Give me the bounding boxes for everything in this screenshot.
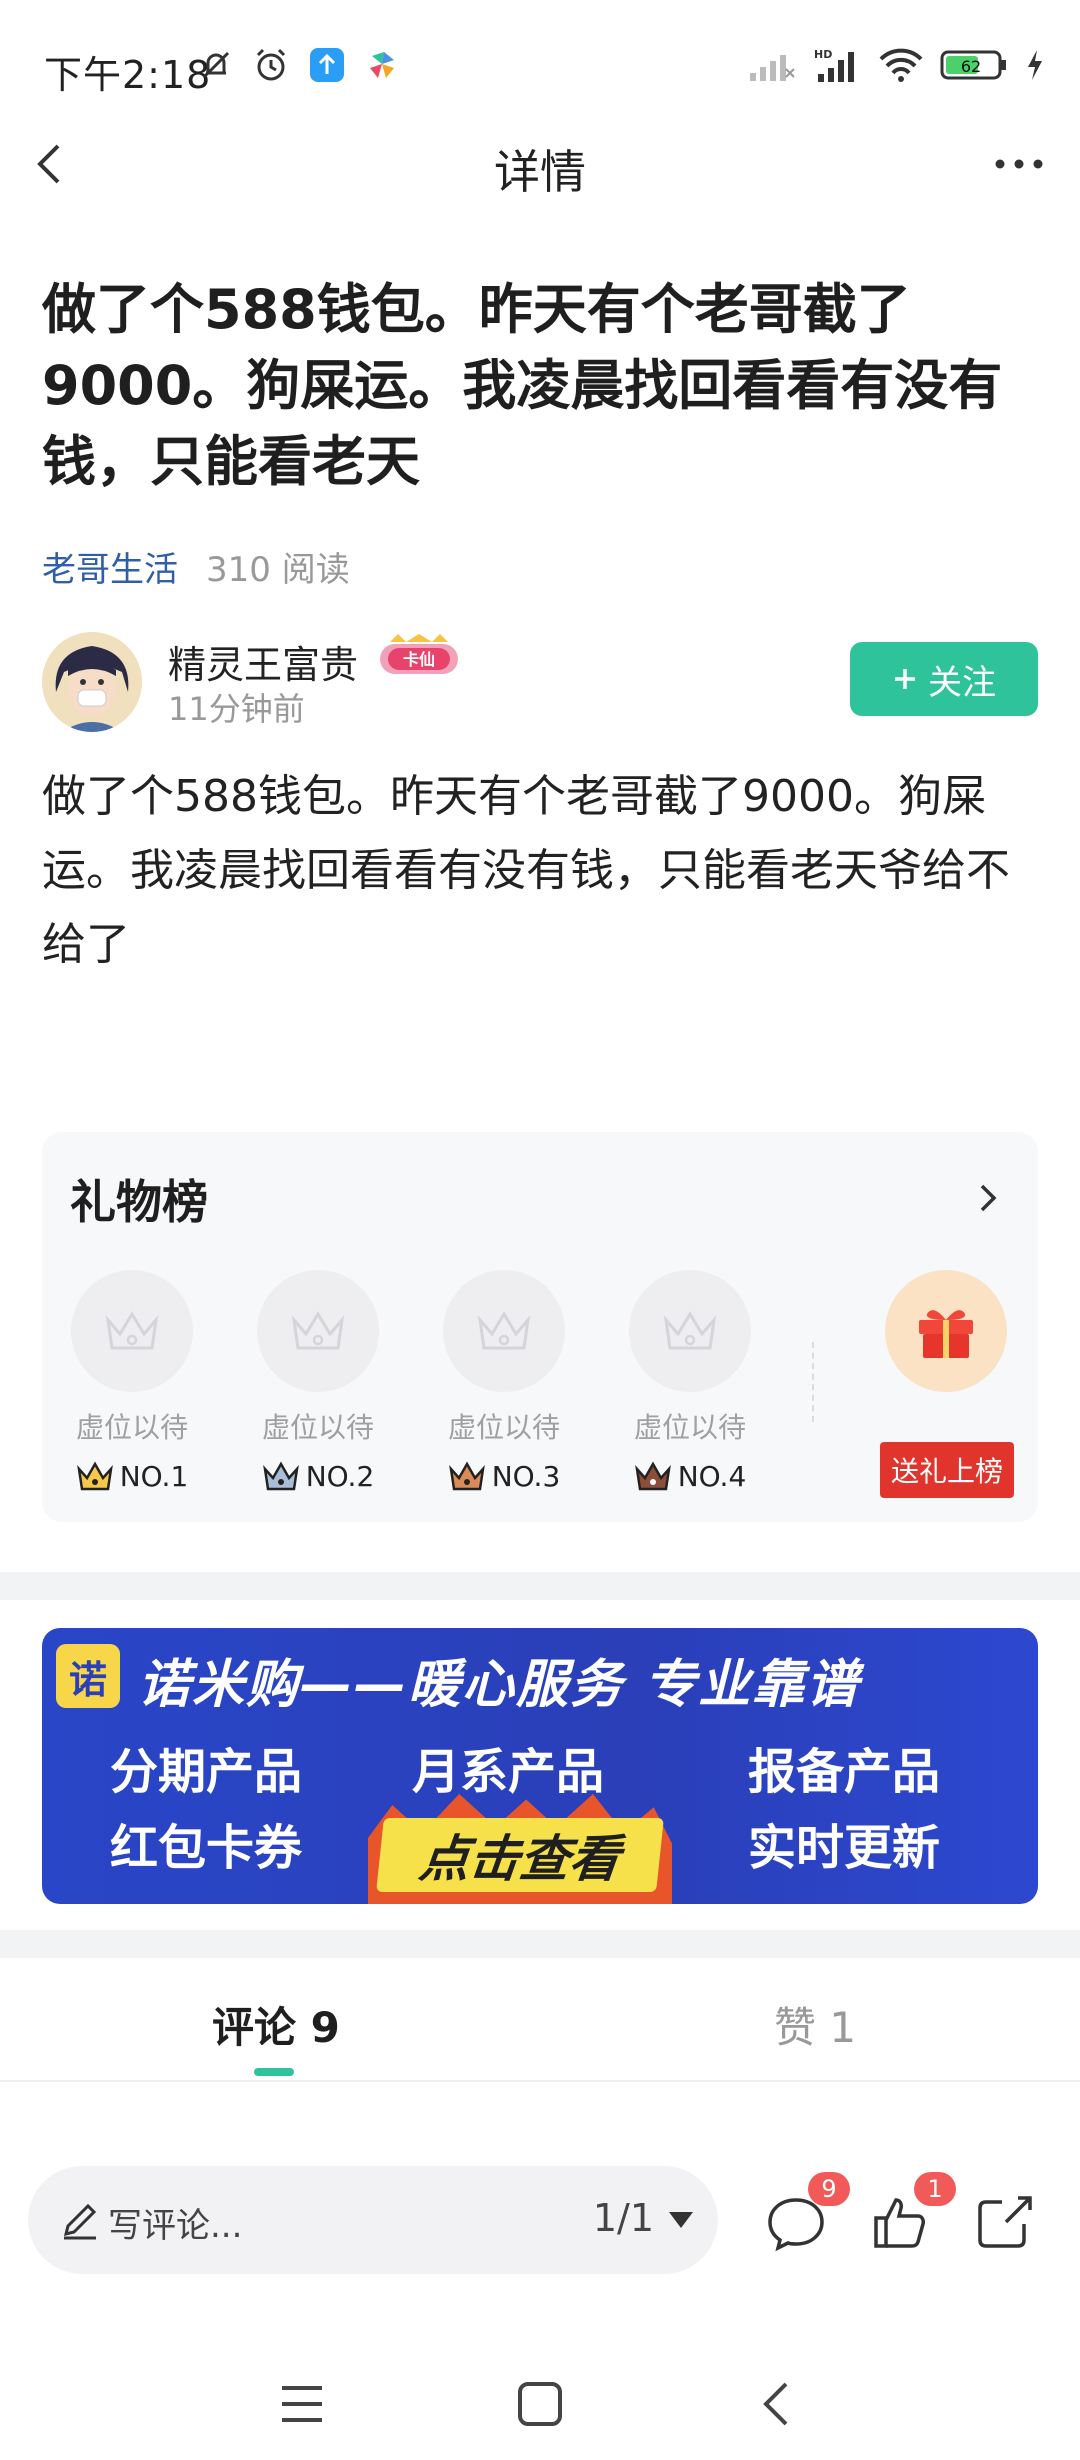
gift-slot-label: 虚位以待 [633, 1411, 746, 1444]
chevron-right-icon[interactable] [968, 1178, 1008, 1218]
author-row: 精灵王富贵 卡仙 11分钟前 关注 [42, 632, 1038, 740]
app-notification-icon [364, 48, 398, 82]
empty-crown-icon [629, 1270, 751, 1392]
empty-crown-icon [257, 1270, 379, 1392]
caret-down-icon[interactable] [666, 2208, 696, 2232]
pencil-icon [58, 2198, 102, 2242]
banner-item: 月系产品 [412, 1744, 605, 1800]
gift-slot-3: 虚位以待 NO.3 [434, 1270, 574, 1493]
gift-slot-rank: NO.3 [434, 1460, 574, 1493]
banner-item: 红包卡券 [110, 1820, 303, 1876]
tab-comments[interactable]: 评论 9 [212, 1994, 340, 2055]
section-divider [0, 1572, 1080, 1600]
tab-indicator [254, 2068, 294, 2076]
system-back-icon[interactable] [748, 2374, 808, 2434]
page-indicator[interactable]: 1/1 [593, 2196, 654, 2240]
nav-bar: 详情 [0, 120, 1080, 212]
follow-label: 关注 [928, 662, 996, 703]
follow-button[interactable]: 关注 [850, 642, 1038, 716]
gift-box-icon[interactable] [885, 1270, 1007, 1392]
author-name[interactable]: 精灵王富贵 [168, 634, 358, 689]
gift-divider [812, 1342, 814, 1422]
plus-icon [895, 669, 915, 689]
gift-slot-rank: NO.2 [248, 1460, 388, 1493]
gift-slot-rank: NO.1 [62, 1460, 202, 1493]
banner-item: 实时更新 [748, 1820, 941, 1876]
avatar[interactable] [42, 632, 142, 732]
share-icon[interactable] [972, 2190, 1036, 2254]
svg-text:HD: HD [814, 48, 832, 61]
banner-item: 分期产品 [110, 1744, 303, 1800]
status-bar: 下午2:18 HD 62 [0, 0, 1080, 130]
author-badge-text: 卡仙 [403, 650, 435, 669]
author-level-badge: 卡仙 [376, 632, 462, 682]
status-icons-left [198, 46, 398, 84]
avatar-illustration [42, 632, 142, 732]
comment-like-tabs: 评论 9 赞 1 [0, 1960, 1080, 2082]
post-category-link[interactable]: 老哥生活 [42, 542, 178, 591]
banner-headline: 诺米购——暖心服务 专业靠谱 [138, 1655, 861, 1715]
banner-cta[interactable]: 点击查看 [376, 1818, 664, 1892]
tab-likes[interactable]: 赞 1 [774, 1994, 856, 2055]
comment-input[interactable]: 写评论... 1/1 [28, 2166, 718, 2274]
gift-slot-1: 虚位以待 NO.1 [62, 1270, 202, 1493]
status-time: 下午2:18 [44, 53, 212, 97]
empty-crown-icon [443, 1270, 565, 1392]
gift-board[interactable]: 礼物榜 虚位以待 NO.1 虚位以待 NO.2 虚位以待 NO.3 虚位以待 N… [42, 1132, 1038, 1522]
comment-placeholder: 写评论... [108, 2206, 243, 2246]
crown-gold-icon [76, 1460, 113, 1490]
comment-count-badge: 9 [808, 2172, 850, 2206]
gift-slot-2: 虚位以待 NO.2 [248, 1270, 388, 1493]
like-count-badge: 1 [914, 2172, 956, 2206]
post-body: 做了个588钱包。昨天有个老哥截了9000。狗屎运。我凌晨找回看看有没有钱，只能… [42, 771, 1010, 970]
promo-banner[interactable]: 诺 诺米购——暖心服务 专业靠谱 分期产品 月系产品 报备产品 红包卡券 实时更… [42, 1628, 1038, 1904]
banner-logo: 诺 [56, 1644, 120, 1708]
more-options-button[interactable] [984, 134, 1054, 194]
post-read-count: 310 阅读 [206, 550, 350, 590]
gift-slot-rank: NO.4 [620, 1460, 760, 1493]
gift-slot-label: 虚位以待 [75, 1411, 188, 1444]
alarm-icon [252, 46, 290, 84]
gift-slot-label: 虚位以待 [261, 1411, 374, 1444]
send-gift-button[interactable]: 送礼上榜 [880, 1442, 1014, 1498]
section-divider [0, 1930, 1080, 1958]
battery-level: 62 [961, 57, 981, 76]
empty-crown-icon [71, 1270, 193, 1392]
system-navigation-bar [0, 2340, 1080, 2460]
home-square-icon[interactable] [510, 2374, 570, 2434]
crown-bronze-icon [448, 1460, 485, 1490]
crown-dark-icon [634, 1460, 671, 1490]
post-time: 11分钟前 [168, 690, 305, 728]
battery-icon: 62 [940, 48, 1010, 82]
upload-app-icon [308, 46, 346, 84]
gift-slot-4: 虚位以待 NO.4 [620, 1270, 760, 1493]
menu-icon[interactable] [272, 2374, 332, 2434]
page-title: 详情 [494, 145, 586, 199]
signal-weak-icon [748, 47, 796, 83]
status-icons-right: HD 62 [748, 46, 1044, 84]
banner-item: 报备产品 [748, 1744, 941, 1800]
more-dots-icon [995, 159, 1043, 169]
charging-icon [1026, 48, 1044, 82]
post-meta: 老哥生活 310 阅读 [42, 542, 350, 591]
gift-slot-label: 虚位以待 [447, 1411, 560, 1444]
wifi-icon [878, 47, 924, 83]
post-title: 做了个588钱包。昨天有个老哥截了9000。狗屎运。我凌晨找回看看有没有钱，只能… [42, 278, 1003, 493]
gift-board-title: 礼物榜 [70, 1175, 208, 1229]
crown-silver-icon [262, 1460, 299, 1490]
signal-hd-icon: HD [812, 46, 862, 84]
mute-bell-icon [198, 47, 234, 83]
